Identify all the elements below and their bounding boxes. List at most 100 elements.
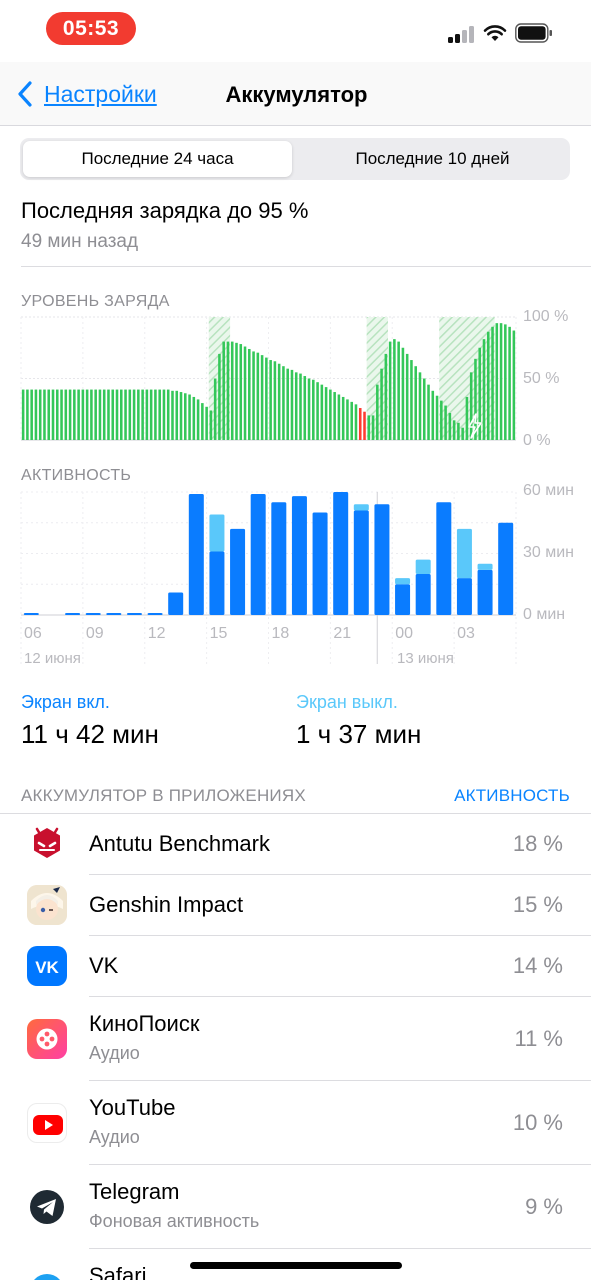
battery-bar — [209, 410, 213, 440]
battery-bar — [388, 341, 392, 440]
activity-x-tick: 06 — [24, 625, 42, 642]
battery-bar — [205, 406, 208, 440]
activity-chart[interactable]: 06 09 12 15 18 21 00 03 12 июня 13 июня — [0, 484, 591, 670]
app-percent: 9 % — [525, 1194, 563, 1219]
activity-y-tick-0: 0 мин — [523, 606, 566, 623]
battery-bar — [504, 324, 507, 440]
battery-bar — [431, 390, 435, 440]
activity-bar-screen-on — [106, 612, 122, 615]
battery-bar — [469, 372, 473, 440]
battery-bar — [230, 341, 234, 440]
activity-x-tick: 15 — [210, 625, 228, 642]
battery-bar — [213, 378, 217, 440]
battery-bar — [363, 411, 366, 440]
battery-bar — [73, 389, 76, 440]
activity-bar-screen-on — [65, 612, 81, 615]
app-percent: 10 % — [512, 1110, 563, 1135]
battery-bar — [380, 368, 383, 440]
activity-bar-screen-on — [23, 612, 39, 615]
battery-bar — [51, 389, 55, 440]
activity-bar-screen-on — [333, 492, 349, 615]
period-segmented-control: Последние 24 часа Последние 10 дней — [20, 138, 570, 180]
app-row-antutu[interactable]: Antutu Benchmark 18 % — [0, 814, 591, 875]
battery-bar — [248, 348, 251, 440]
battery-bar — [376, 384, 379, 440]
activity-bar-screen-on — [312, 512, 328, 615]
screen-on-value: 11 ч 42 мин — [21, 719, 159, 749]
battery-bar — [201, 403, 204, 440]
status-time[interactable]: 05:53 — [46, 12, 136, 45]
app-row-kinopoisk[interactable]: КиноПоиск Аудио 11 % — [0, 997, 591, 1081]
battery-bar — [329, 389, 332, 440]
battery-bar — [111, 389, 115, 440]
battery-bar — [81, 389, 85, 440]
battery-bar — [282, 366, 285, 440]
battery-bar — [440, 400, 443, 440]
segment-last-24-hours[interactable]: Последние 24 часа — [23, 141, 292, 177]
app-percent: 15 % — [512, 892, 563, 917]
battery-bar — [162, 389, 166, 440]
activity-bar-screen-on — [271, 502, 287, 615]
telegram-icon — [27, 1187, 67, 1227]
segment-last-10-days[interactable]: Последние 10 дней — [298, 141, 567, 177]
activity-bar-screen-on — [85, 612, 101, 615]
activity-x-tick: 03 — [457, 625, 475, 642]
app-subtitle: Аудио — [89, 1043, 140, 1063]
battery-bar — [495, 323, 499, 440]
show-activity-button[interactable]: АКТИВНОСТЬ — [454, 786, 570, 806]
battery-bar — [337, 394, 341, 440]
activity-bar-screen-on — [374, 504, 390, 615]
battery-bar — [508, 326, 511, 440]
battery-bar — [371, 415, 375, 440]
youtube-icon — [27, 1103, 67, 1143]
battery-bar — [486, 331, 490, 440]
activity-bar-screen-on — [456, 578, 472, 615]
activity-bar-screen-off — [477, 563, 493, 570]
battery-bar — [145, 389, 149, 440]
battery-bar — [461, 427, 464, 440]
activity-bar-screen-on — [436, 502, 452, 615]
battery-bar — [239, 344, 243, 440]
app-row-vk[interactable]: VK VK 14 % — [0, 936, 591, 997]
app-name: КиноПоиск — [89, 1011, 200, 1036]
last-charge-time: 49 мин назад — [21, 231, 139, 252]
activity-bar-screen-off — [415, 559, 431, 574]
battery-bar — [128, 389, 132, 440]
activity-bar-screen-on — [126, 612, 142, 615]
battery-bar — [482, 339, 486, 440]
app-row-genshin-impact[interactable]: Genshin Impact 15 % — [0, 875, 591, 936]
battery-bar — [30, 389, 33, 440]
cellular-signal-icon — [448, 25, 476, 43]
app-name: Genshin Impact — [89, 892, 244, 917]
battery-bar — [38, 389, 42, 440]
battery-bar — [68, 389, 72, 440]
battery-icon — [515, 23, 552, 43]
battery-bar — [26, 389, 29, 440]
battery-bar — [222, 341, 225, 440]
apps-section-header: АККУМУЛЯТОР В ПРИЛОЖЕНИЯХ — [21, 786, 306, 805]
battery-bar — [512, 330, 516, 440]
battery-bar — [171, 390, 174, 440]
app-name: Safari — [89, 1263, 147, 1280]
battery-bar — [166, 389, 170, 440]
activity-y-tick-30: 30 мин — [523, 544, 575, 561]
app-row-youtube[interactable]: YouTube Аудио 10 % — [0, 1081, 591, 1165]
battery-bar — [141, 389, 144, 440]
battery-bar — [265, 357, 268, 440]
activity-bar-screen-off — [353, 504, 369, 511]
activity-bar-screen-off — [395, 578, 411, 585]
app-row-telegram[interactable]: Telegram Фоновая активность 9 % — [0, 1165, 591, 1249]
battery-level-chart[interactable] — [0, 310, 591, 450]
battery-bar — [102, 389, 106, 440]
battery-bar — [175, 390, 179, 440]
battery-bar — [354, 404, 358, 440]
app-name: Telegram — [89, 1179, 180, 1204]
battery-bar — [243, 346, 247, 440]
battery-bar — [120, 389, 123, 440]
navigation-bar: Настройки Аккумулятор — [0, 62, 591, 126]
activity-bar-screen-on — [498, 522, 514, 615]
battery-bar — [410, 360, 413, 440]
home-indicator[interactable] — [190, 1262, 402, 1269]
antutu-icon — [27, 824, 67, 864]
battery-bar — [90, 389, 93, 440]
